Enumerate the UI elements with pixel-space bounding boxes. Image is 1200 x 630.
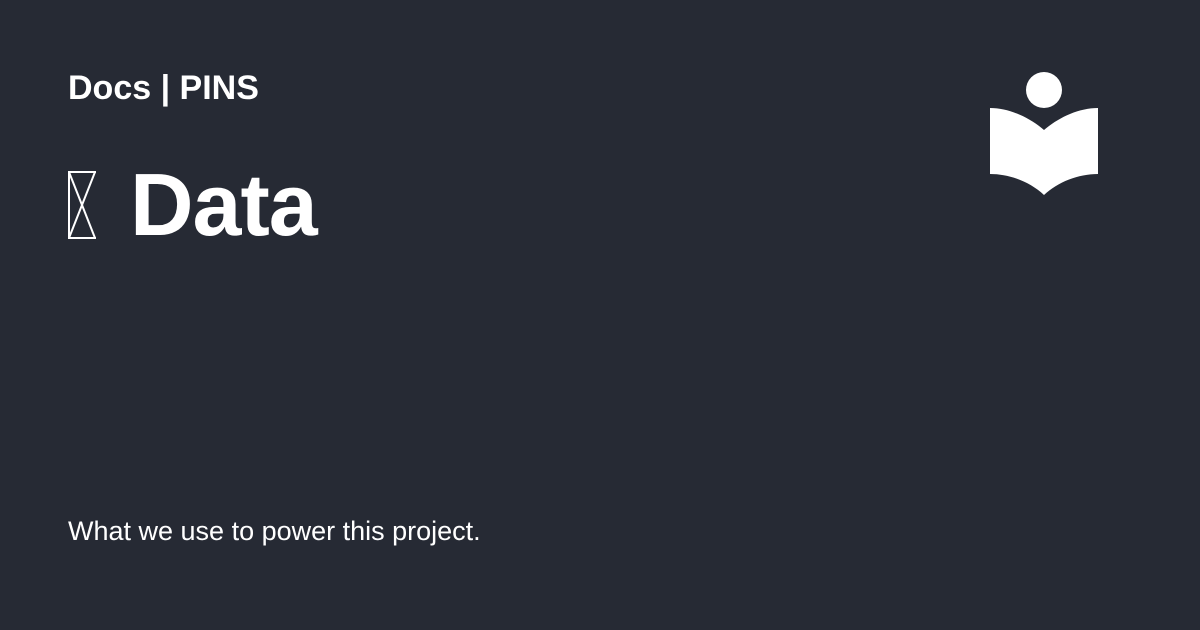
page-title: Data (130, 155, 318, 254)
page-heading: Data (68, 155, 318, 254)
reader-book-icon (988, 70, 1100, 198)
missing-glyph-icon (68, 171, 96, 239)
site-title: Docs | PINS (68, 69, 259, 107)
social-card: Docs | PINS Data What we use to power th… (0, 0, 1200, 630)
page-description: What we use to power this project. (68, 516, 481, 546)
